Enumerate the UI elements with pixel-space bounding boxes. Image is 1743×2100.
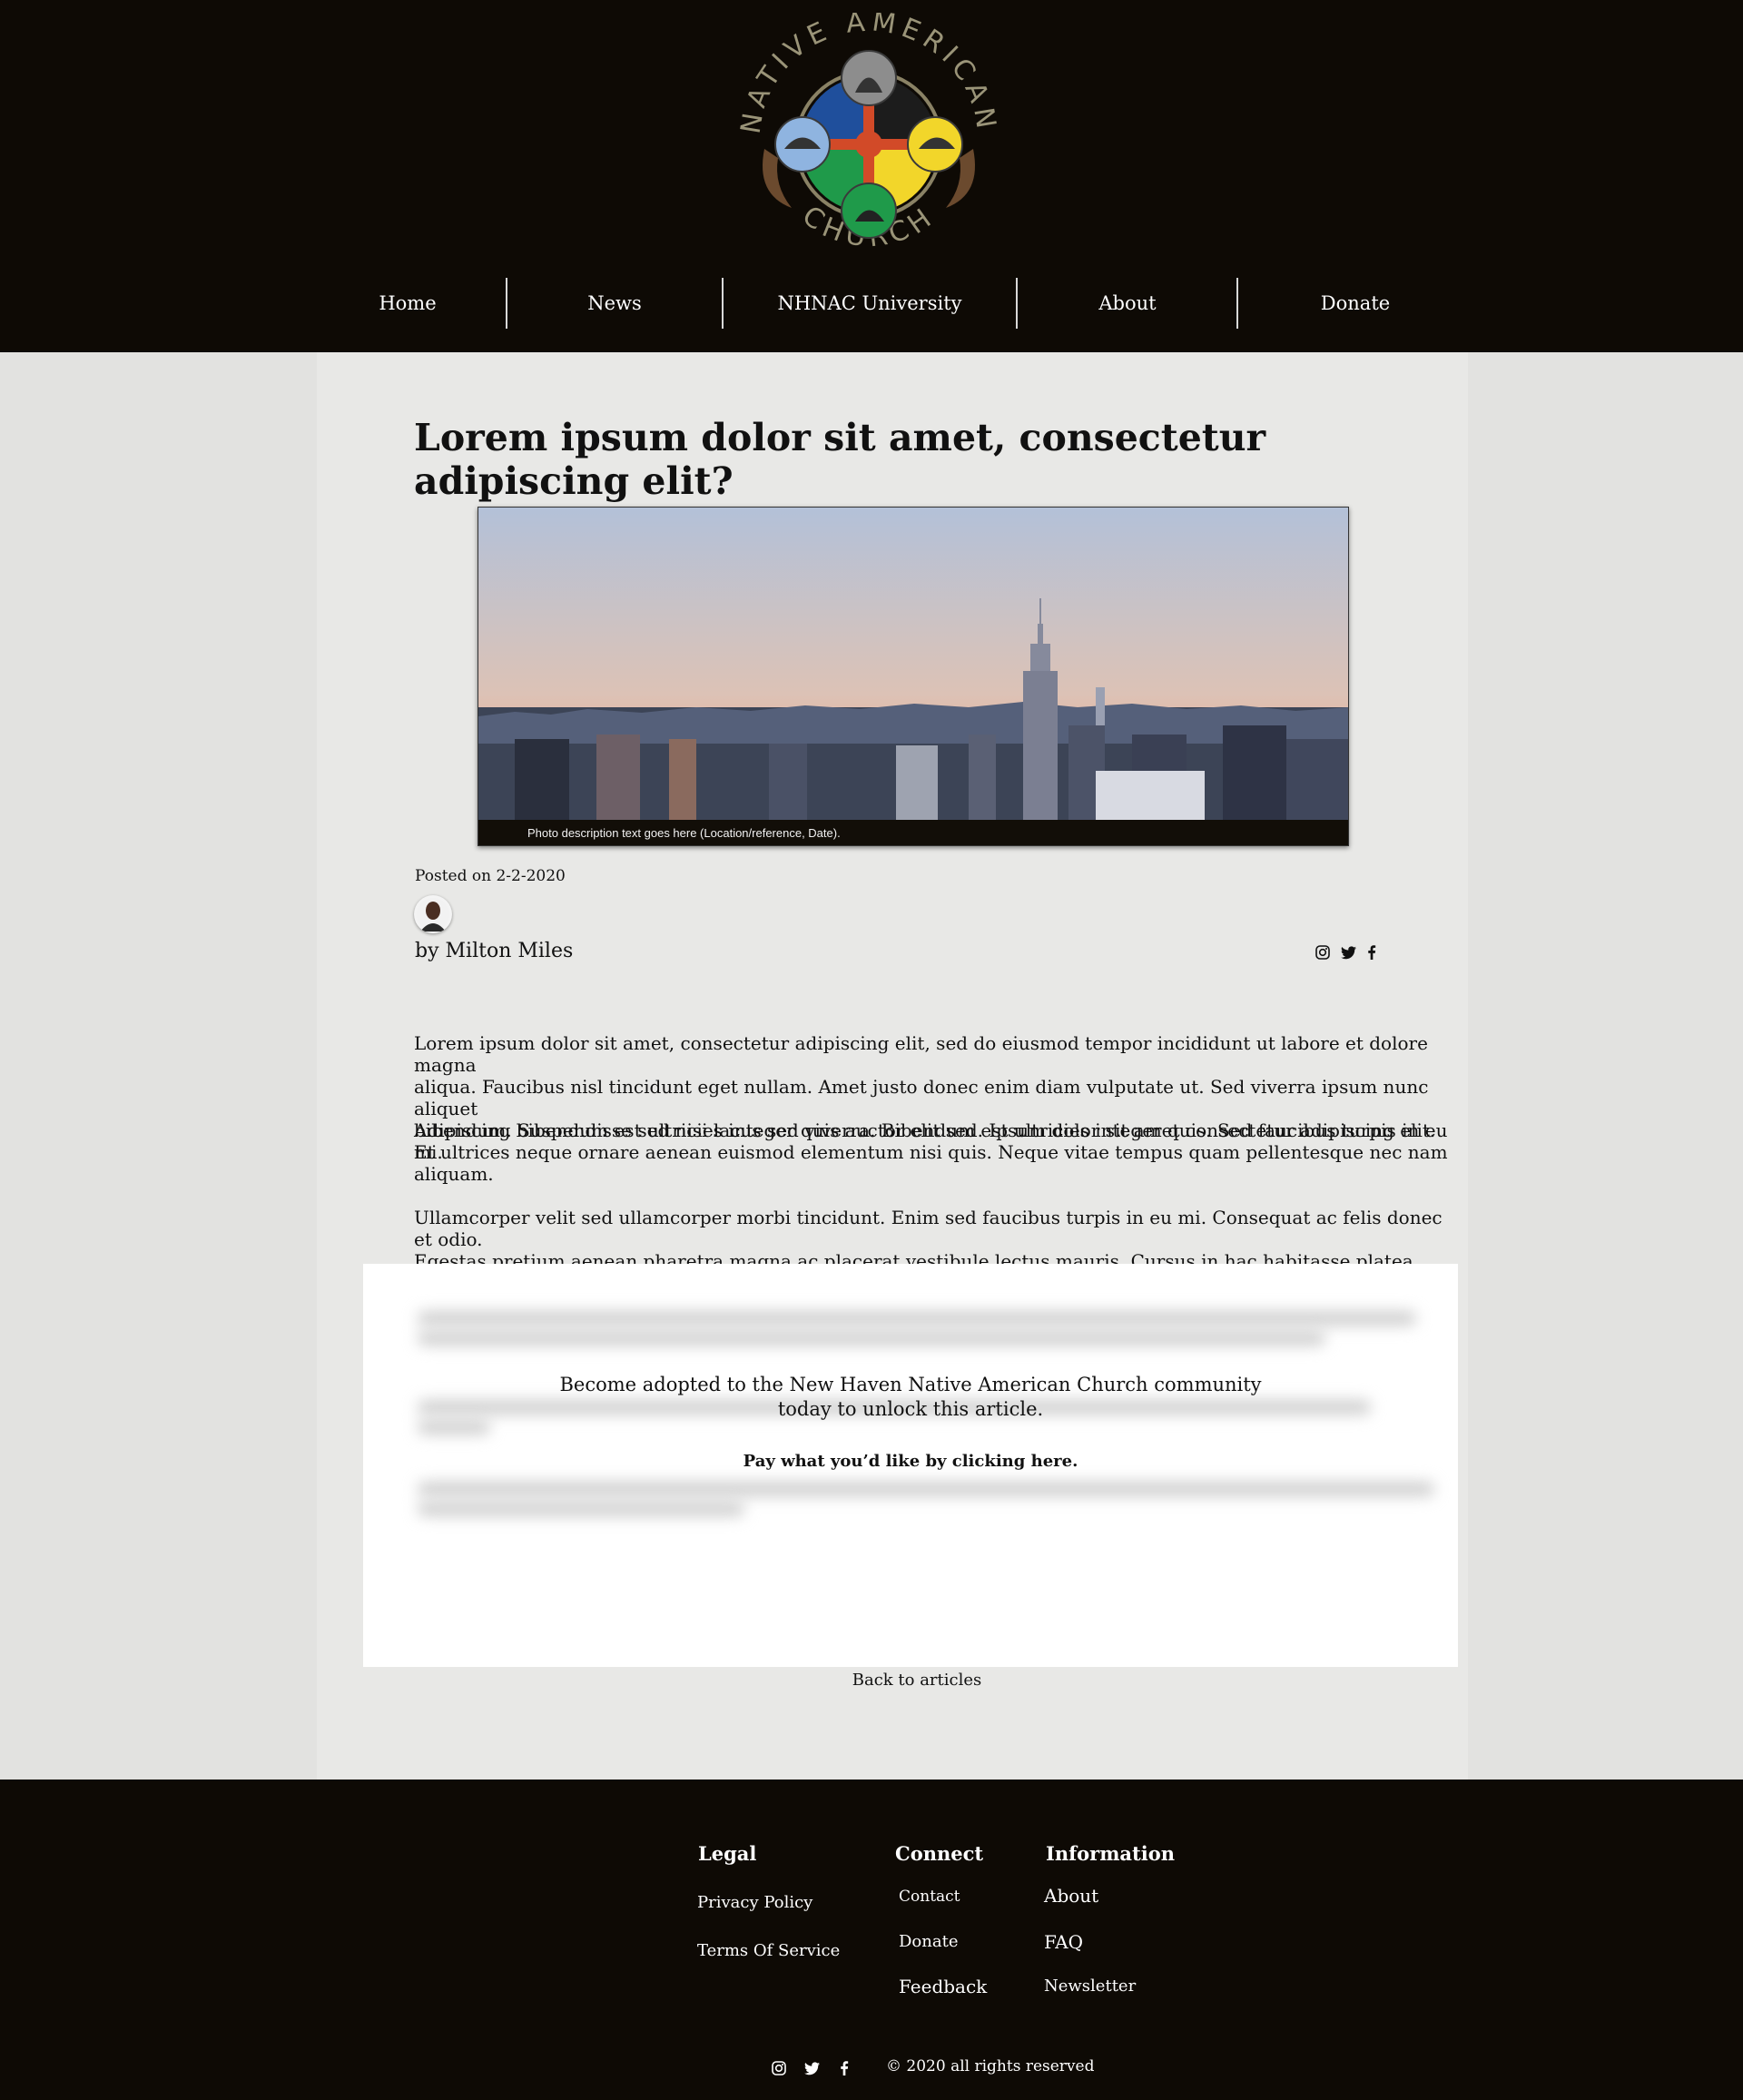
footer-legal-heading: Legal bbox=[698, 1842, 757, 1865]
footer-link-donate[interactable]: Donate bbox=[899, 1932, 958, 1951]
site-header: NATIVE AMERICAN CHURCH bbox=[0, 0, 1743, 352]
footer-link-newsletter[interactable]: Newsletter bbox=[1044, 1977, 1136, 1996]
nav-donate[interactable]: Donate bbox=[1238, 278, 1472, 329]
footer-link-faq[interactable]: FAQ bbox=[1044, 1931, 1083, 1953]
copyright-text: © 2020 all rights reserved bbox=[886, 2057, 1095, 2075]
skyline-image bbox=[478, 508, 1348, 845]
nav-news[interactable]: News bbox=[507, 278, 722, 329]
article-paragraph: Adipiscing bibendum est ultricies intege… bbox=[414, 1119, 1448, 1185]
blurred-text bbox=[418, 1331, 1325, 1346]
main-nav: Home News NHNAC University About Donate bbox=[0, 278, 1743, 329]
footer-link-contact[interactable]: Contact bbox=[899, 1888, 960, 1906]
photo-caption-bar: Photo description text goes here (Locati… bbox=[478, 820, 1348, 845]
footer-link-about[interactable]: About bbox=[1044, 1885, 1098, 1907]
nav-about[interactable]: About bbox=[1018, 278, 1237, 329]
posted-date: Posted on 2-2-2020 bbox=[415, 867, 566, 885]
footer-connect-heading: Connect bbox=[895, 1842, 984, 1865]
facebook-icon[interactable] bbox=[835, 2059, 853, 2077]
blurred-text bbox=[418, 1420, 490, 1435]
footer-link-privacy-policy[interactable]: Privacy Policy bbox=[697, 1893, 812, 1912]
blurred-text bbox=[418, 1502, 744, 1516]
church-logo[interactable]: NATIVE AMERICAN CHURCH bbox=[735, 5, 1000, 267]
article-photo[interactable]: Photo description text goes here (Locati… bbox=[478, 507, 1349, 846]
paywall-overlay: Become adopted to the New Haven Native A… bbox=[363, 1264, 1458, 1667]
article-title: Lorem ipsum dolor sit amet, consectetur … bbox=[414, 416, 1266, 503]
facebook-icon[interactable] bbox=[1362, 942, 1382, 962]
pay-what-you-like-link[interactable]: Pay what you’d like by clicking here. bbox=[363, 1452, 1458, 1471]
nav-university[interactable]: NHNAC University bbox=[724, 278, 1016, 329]
footer-information-heading: Information bbox=[1046, 1842, 1175, 1865]
author-byline: by Milton Miles bbox=[415, 940, 574, 962]
back-to-articles-link[interactable]: Back to articles bbox=[799, 1671, 1035, 1690]
paywall-message: Become adopted to the New Haven Native A… bbox=[559, 1374, 1262, 1420]
blurred-text bbox=[418, 1311, 1416, 1326]
footer-link-feedback[interactable]: Feedback bbox=[899, 1976, 987, 1997]
twitter-icon[interactable] bbox=[803, 2059, 821, 2077]
author-avatar[interactable] bbox=[414, 895, 452, 933]
nav-home[interactable]: Home bbox=[309, 278, 507, 329]
photo-caption: Photo description text goes here (Locati… bbox=[527, 826, 841, 840]
site-footer: Legal Privacy Policy Terms Of Service Co… bbox=[0, 1780, 1743, 2100]
twitter-icon[interactable] bbox=[1338, 942, 1358, 962]
footer-link-terms-of-service[interactable]: Terms Of Service bbox=[697, 1941, 840, 1960]
instagram-icon[interactable] bbox=[770, 2059, 788, 2077]
instagram-icon[interactable] bbox=[1313, 942, 1333, 962]
blurred-text bbox=[418, 1482, 1434, 1496]
share-icons bbox=[1313, 942, 1385, 962]
